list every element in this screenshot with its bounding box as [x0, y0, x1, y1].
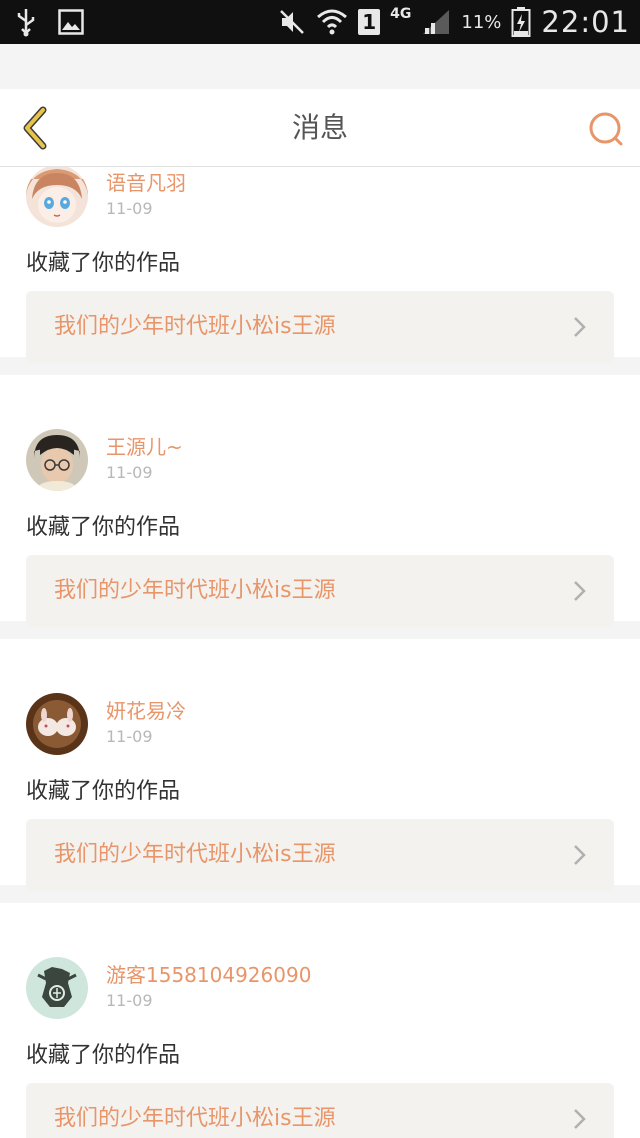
- search-icon: [589, 112, 623, 146]
- nav-header: 消息: [0, 89, 640, 167]
- action-text: 收藏了你的作品: [26, 1043, 181, 1068]
- chevron-right-icon: [572, 1107, 588, 1131]
- notification-date: 11-09: [106, 991, 153, 1010]
- notification-date: 11-09: [106, 199, 153, 218]
- notification-card: 语音凡羽 11-09 收藏了你的作品 我们的少年时代班小松is王源: [0, 167, 640, 363]
- clock: 22:01: [541, 5, 630, 39]
- avatar[interactable]: [26, 693, 88, 755]
- battery-charging-icon: [511, 6, 531, 38]
- work-title: 我们的少年时代班小松is王源: [54, 314, 336, 339]
- action-text: 收藏了你的作品: [26, 515, 181, 540]
- avatar[interactable]: [26, 167, 88, 227]
- avatar[interactable]: [26, 429, 88, 491]
- mute-icon: [278, 8, 306, 36]
- usb-icon: [16, 7, 36, 37]
- work-link[interactable]: 我们的少年时代班小松is王源: [26, 1083, 614, 1138]
- battery-percent: 11%: [461, 11, 502, 33]
- user-name[interactable]: 游客1558104926090: [106, 959, 311, 988]
- chevron-right-icon: [572, 843, 588, 867]
- work-link[interactable]: 我们的少年时代班小松is王源: [26, 555, 614, 627]
- notification-date: 11-09: [106, 463, 153, 482]
- notification-list[interactable]: 语音凡羽 11-09 收藏了你的作品 我们的少年时代班小松is王源 王源儿~ 1…: [0, 167, 640, 1138]
- notification-card: 妍花易冷 11-09 收藏了你的作品 我们的少年时代班小松is王源: [0, 639, 640, 891]
- user-name[interactable]: 语音凡羽: [106, 167, 186, 196]
- network-type: 4G: [390, 6, 412, 22]
- page-title: 消息: [291, 111, 348, 144]
- user-name[interactable]: 妍花易冷: [106, 695, 186, 724]
- wifi-icon: [316, 7, 348, 37]
- chevron-right-icon: [572, 579, 588, 603]
- notification-date: 11-09: [106, 727, 153, 746]
- user-name[interactable]: 王源儿~: [106, 431, 183, 460]
- chevron-right-icon: [572, 315, 588, 339]
- action-text: 收藏了你的作品: [26, 779, 181, 804]
- notification-card: 王源儿~ 11-09 收藏了你的作品 我们的少年时代班小松is王源: [0, 375, 640, 627]
- sim-indicator: 1: [358, 9, 381, 35]
- search-button[interactable]: [586, 109, 626, 149]
- work-title: 我们的少年时代班小松is王源: [54, 1106, 336, 1131]
- work-link[interactable]: 我们的少年时代班小松is王源: [26, 819, 614, 891]
- work-title: 我们的少年时代班小松is王源: [54, 578, 336, 603]
- chevron-left-icon: [23, 106, 47, 150]
- work-title: 我们的少年时代班小松is王源: [54, 842, 336, 867]
- signal-icon: [421, 8, 451, 36]
- action-text: 收藏了你的作品: [26, 251, 181, 276]
- notification-card: 游客1558104926090 11-09 收藏了你的作品 我们的少年时代班小松…: [0, 903, 640, 1138]
- image-icon: [58, 9, 84, 35]
- avatar[interactable]: [26, 957, 88, 1019]
- back-button[interactable]: [14, 105, 54, 151]
- status-bar: 1 4G 11% 22:01: [0, 0, 640, 44]
- work-link[interactable]: 我们的少年时代班小松is王源: [26, 291, 614, 363]
